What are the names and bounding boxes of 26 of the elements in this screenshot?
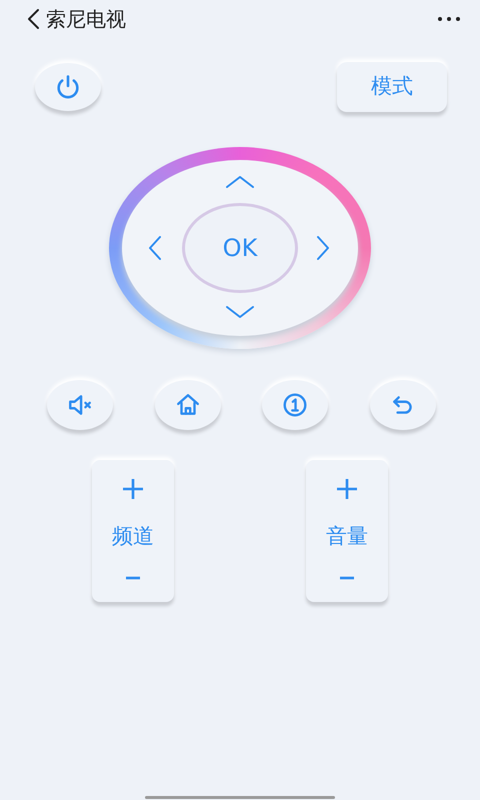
circled-one-icon <box>282 392 308 418</box>
chevron-down-icon <box>225 305 255 319</box>
one-button[interactable] <box>262 380 328 430</box>
chevron-left-icon <box>148 235 162 261</box>
plus-icon <box>121 477 145 501</box>
rocker-label: 音量 <box>326 526 368 546</box>
minus-icon <box>340 576 354 580</box>
mode-button[interactable]: 模式 <box>337 62 447 112</box>
more-icon <box>436 15 462 23</box>
power-button[interactable] <box>35 63 101 111</box>
plus-icon <box>335 477 359 501</box>
chevron-right-icon <box>316 235 330 261</box>
down-button[interactable] <box>223 303 257 321</box>
up-button[interactable] <box>223 173 257 191</box>
more-button[interactable] <box>436 15 462 23</box>
back-button[interactable] <box>26 8 40 30</box>
page-title: 索尼电视 <box>46 9 126 29</box>
home-icon <box>174 392 201 418</box>
ok-button[interactable]: OK <box>182 203 298 293</box>
minus-icon <box>126 576 140 580</box>
home-button[interactable] <box>154 380 221 430</box>
speaker-muted-icon <box>67 392 93 418</box>
mute-button[interactable] <box>47 380 113 430</box>
chevron-up-icon <box>225 175 255 189</box>
rocker-label: 频道 <box>112 526 154 546</box>
chevron-left-icon <box>26 8 40 30</box>
